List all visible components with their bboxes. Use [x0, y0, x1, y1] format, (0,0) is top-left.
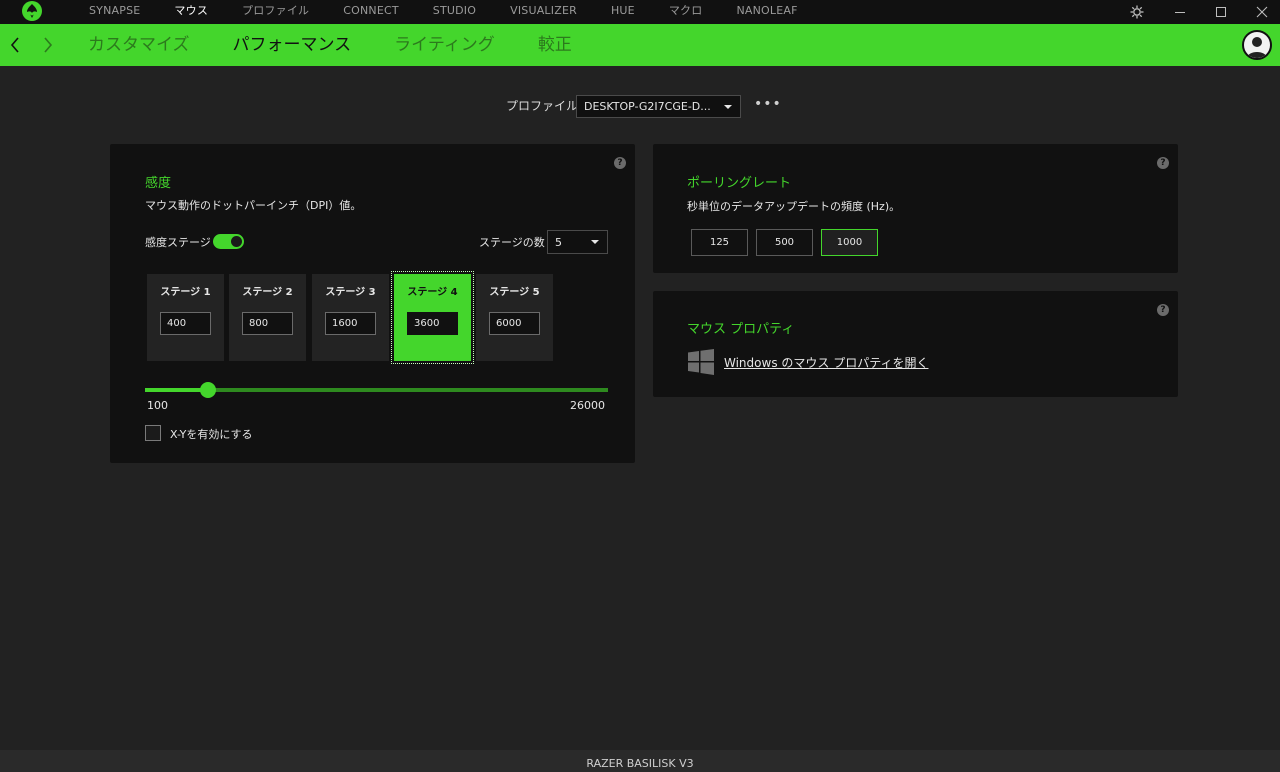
stage-label: ステージ 3	[325, 287, 376, 298]
stage-card-5[interactable]: ステージ 5 6000	[476, 274, 553, 361]
stage-card-3[interactable]: ステージ 3 1600	[312, 274, 389, 361]
tab-lighting[interactable]: ライティング	[394, 24, 495, 66]
polling-500-button[interactable]: 500	[756, 229, 813, 256]
chevron-down-icon	[724, 105, 732, 109]
open-windows-mouse-properties-link[interactable]: Windows のマウス プロパティを開く	[724, 354, 928, 371]
title-bar: SYNAPSE マウス プロファイル CONNECT STUDIO VISUAL…	[0, 0, 1280, 24]
mouse-properties-panel	[653, 291, 1178, 397]
polling-rate-description: 秒単位のデータアップデートの頻度 (Hz)。	[687, 200, 901, 213]
stage-label: ステージ 1	[160, 287, 211, 298]
stage-count-dropdown[interactable]: 5	[547, 230, 608, 254]
stage-dpi-input[interactable]: 1600	[325, 312, 376, 335]
topnav-hue[interactable]: HUE	[594, 0, 652, 24]
stage-dpi-input[interactable]: 800	[242, 312, 293, 335]
stage-dpi-input[interactable]: 6000	[489, 312, 540, 335]
user-avatar-icon[interactable]	[1242, 30, 1272, 60]
profile-dropdown-value: DESKTOP-G2I7CGE-D...	[584, 100, 711, 113]
more-options-icon[interactable]: •••	[754, 97, 781, 114]
razer-logo-icon[interactable]	[21, 0, 43, 22]
profile-label: プロファイル	[506, 99, 579, 113]
dpi-slider-thumb[interactable]	[199, 382, 216, 398]
polling-rate-title: ポーリングレート	[687, 176, 792, 191]
tab-performance[interactable]: パフォーマンス	[233, 24, 352, 66]
profile-dropdown[interactable]: DESKTOP-G2I7CGE-D...	[576, 95, 741, 118]
topnav-studio[interactable]: STUDIO	[416, 0, 493, 24]
help-icon[interactable]: ?	[1157, 157, 1169, 169]
stage-card-1[interactable]: ステージ 1 400	[147, 274, 224, 361]
stage-card-4[interactable]: ステージ 4 3600	[391, 271, 474, 364]
xy-enable-label: X-Yを有効にする	[170, 428, 253, 441]
device-status-bar: RAZER BASILISK V3	[0, 750, 1280, 772]
stage-label: ステージ 4	[407, 287, 458, 298]
polling-1000-button[interactable]: 1000	[821, 229, 878, 256]
topnav-synapse[interactable]: SYNAPSE	[72, 0, 157, 24]
help-icon[interactable]: ?	[614, 157, 626, 169]
topnav-connect[interactable]: CONNECT	[326, 0, 416, 24]
stage-dpi-input[interactable]: 3600	[407, 312, 458, 335]
topnav-visualizer[interactable]: VISUALIZER	[493, 0, 594, 24]
top-navigation: SYNAPSE マウス プロファイル CONNECT STUDIO VISUAL…	[72, 0, 815, 24]
stage-label: ステージ 2	[242, 287, 293, 298]
topnav-mouse[interactable]: マウス	[157, 0, 225, 24]
close-icon[interactable]	[1244, 0, 1280, 24]
chevron-down-icon	[591, 240, 599, 244]
sensitivity-description: マウス動作のドットパーインチ（DPI）値。	[145, 199, 362, 212]
minimize-icon[interactable]	[1162, 0, 1198, 24]
stage-dpi-input[interactable]: 400	[160, 312, 211, 335]
slider-max-label: 26000	[570, 399, 605, 412]
sensitivity-stages-label: 感度ステージ	[145, 236, 211, 249]
help-icon[interactable]: ?	[1157, 304, 1169, 316]
settings-gear-icon[interactable]	[1119, 0, 1155, 24]
topnav-macro[interactable]: マクロ	[652, 0, 720, 24]
dpi-slider-fill	[145, 388, 208, 392]
sub-tabs: カスタマイズ パフォーマンス ライティング 較正	[88, 24, 615, 66]
windows-logo-icon	[687, 348, 715, 376]
back-arrow-icon[interactable]	[5, 34, 25, 56]
stage-count-value: 5	[555, 236, 562, 249]
sensitivity-stages-toggle[interactable]	[213, 234, 244, 249]
stage-label: ステージ 5	[489, 287, 540, 298]
tab-customize[interactable]: カスタマイズ	[88, 24, 190, 66]
topnav-profiles[interactable]: プロファイル	[225, 0, 326, 24]
sensitivity-title: 感度	[145, 176, 172, 191]
maximize-icon[interactable]	[1203, 0, 1239, 24]
forward-arrow-icon[interactable]	[38, 34, 58, 56]
topnav-nanoleaf[interactable]: NANOLEAF	[719, 0, 814, 24]
stage-card-2[interactable]: ステージ 2 800	[229, 274, 306, 361]
polling-125-button[interactable]: 125	[691, 229, 748, 256]
tab-calibration[interactable]: 較正	[538, 24, 572, 66]
toggle-knob	[231, 236, 242, 247]
slider-min-label: 100	[147, 399, 168, 412]
mouse-properties-title: マウス プロパティ	[687, 322, 795, 337]
xy-enable-checkbox[interactable]	[145, 425, 161, 441]
stage-count-label: ステージの数	[479, 236, 545, 249]
